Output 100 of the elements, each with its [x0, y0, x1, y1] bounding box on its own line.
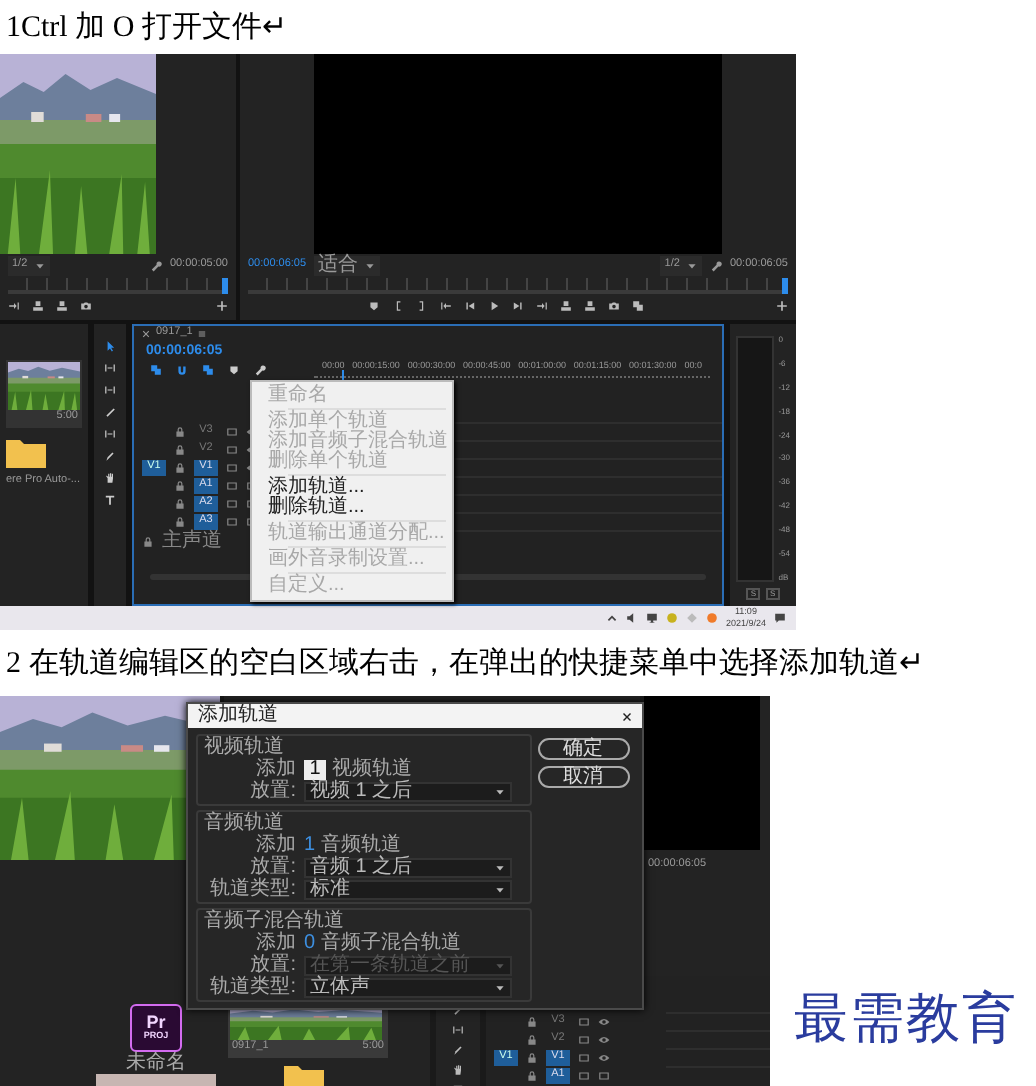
insert-icon[interactable]	[32, 300, 44, 312]
razor-icon[interactable]	[104, 406, 116, 418]
select-dropdown[interactable]: 音频 1 之后	[304, 857, 512, 877]
select-dropdown[interactable]: 标准	[304, 879, 512, 899]
track-type-label: 音频轨道	[321, 835, 402, 855]
plus-icon[interactable]	[216, 300, 228, 312]
lock-icon[interactable]	[526, 1015, 538, 1027]
go-to-out-icon[interactable]	[536, 300, 548, 312]
select-dropdown[interactable]: 立体声	[304, 977, 512, 997]
compare-icon[interactable]	[632, 300, 644, 312]
section-heading: 音频子混合轨道	[204, 910, 344, 932]
lift-icon[interactable]	[560, 300, 572, 312]
monitor-icon[interactable]	[645, 612, 658, 624]
marker-icon[interactable]	[228, 363, 240, 375]
field-label: 轨道类型:	[208, 977, 298, 997]
nest-icon[interactable]	[150, 363, 162, 375]
lock-icon[interactable]	[174, 443, 186, 455]
lock-icon[interactable]	[174, 497, 186, 509]
film-icon[interactable]	[578, 1015, 590, 1027]
lock-icon[interactable]	[174, 425, 186, 437]
plus-icon[interactable]	[776, 300, 788, 312]
field-label: 添加	[254, 933, 298, 953]
toggle-icon[interactable]	[226, 497, 238, 509]
pen-icon[interactable]	[452, 1044, 464, 1056]
step-forward-icon[interactable]	[512, 300, 524, 312]
field-label: 添加	[254, 835, 298, 855]
menu-item[interactable]: 添加轨道...	[252, 478, 452, 498]
dialog-button[interactable]: 确定	[537, 738, 629, 760]
film-icon[interactable]	[226, 425, 238, 437]
field-label: 放置:	[248, 857, 298, 877]
folder-icon[interactable]	[284, 1061, 324, 1086]
play-icon[interactable]	[488, 300, 500, 312]
select-dropdown[interactable]: 视频 1 之后	[304, 781, 512, 801]
caret-icon	[33, 260, 46, 272]
lock-icon[interactable]	[526, 1033, 538, 1045]
lock-icon[interactable]	[174, 515, 186, 527]
magnet-icon[interactable]	[176, 363, 188, 375]
film-icon[interactable]	[578, 1051, 590, 1063]
pen-icon[interactable]	[104, 450, 116, 462]
film-icon[interactable]	[226, 443, 238, 455]
field-label: 添加	[254, 759, 298, 779]
select-tool-icon[interactable]	[104, 340, 116, 352]
settings-icon[interactable]	[709, 260, 722, 272]
overwrite-icon[interactable]	[56, 300, 68, 312]
lock-icon[interactable]	[174, 461, 186, 473]
toggle-icon[interactable]	[226, 479, 238, 491]
step-back-icon[interactable]	[464, 300, 476, 312]
link-icon[interactable]	[202, 363, 214, 375]
lock-icon[interactable]	[526, 1051, 538, 1063]
film-icon[interactable]	[226, 461, 238, 473]
track-type-label: 视频轨道	[332, 759, 412, 779]
folder-icon[interactable]	[6, 435, 46, 467]
brand-logo: 最需教育	[794, 988, 1018, 1048]
film-icon[interactable]	[578, 1033, 590, 1045]
chevron-icon[interactable]	[605, 612, 618, 624]
caret-icon	[364, 260, 377, 272]
toggle-icon[interactable]	[578, 1069, 590, 1081]
type-tool-icon[interactable]	[104, 494, 116, 506]
lock-icon[interactable]	[142, 536, 154, 548]
count-field[interactable]: 1	[304, 759, 326, 779]
lock-icon[interactable]	[174, 479, 186, 491]
settings-icon[interactable]	[149, 260, 162, 272]
notification-icon[interactable]	[774, 612, 786, 624]
width-icon[interactable]	[452, 1024, 464, 1036]
eye-icon[interactable]	[598, 1033, 610, 1045]
go-to-in-icon[interactable]	[440, 300, 452, 312]
track-type-label: 音频子混合轨道	[321, 933, 462, 953]
mark-out-icon[interactable]	[416, 300, 428, 312]
skip-forward-icon[interactable]	[8, 300, 20, 312]
project-name: 未命名	[126, 1052, 186, 1074]
step-caption: 2 在轨道编辑区的空白区域右击，在弹出的快捷菜单中选择添加轨道↵	[6, 645, 925, 682]
count-value[interactable]: 0	[304, 933, 316, 953]
extract-icon[interactable]	[584, 300, 596, 312]
hand-icon[interactable]	[104, 472, 116, 484]
mark-in-icon[interactable]	[392, 300, 404, 312]
dialog-title: 添加轨道	[198, 706, 278, 726]
camera-icon[interactable]	[608, 300, 620, 312]
close-icon[interactable]	[622, 711, 632, 721]
dialog-button[interactable]: 取消	[537, 766, 629, 788]
toggle-icon[interactable]	[226, 515, 238, 527]
ripple-icon[interactable]	[104, 384, 116, 396]
fit-dropdown[interactable]: 适合	[314, 256, 381, 276]
lock-icon[interactable]	[526, 1069, 538, 1081]
settings-icon[interactable]	[254, 363, 266, 375]
section-heading: 音频轨道	[204, 812, 284, 834]
eye-icon[interactable]	[598, 1051, 610, 1063]
menu-item[interactable]: 删除轨道...	[252, 498, 452, 518]
speaker-icon[interactable]	[625, 612, 638, 624]
count-value[interactable]: 1	[304, 835, 316, 855]
app-initials: Pr	[146, 1014, 166, 1033]
step-caption: 1Ctrl 加 O 打开文件↵	[6, 9, 288, 46]
field-label: 放置:	[248, 955, 298, 975]
hand-icon[interactable]	[452, 1064, 464, 1076]
field-label: 轨道类型:	[208, 879, 298, 899]
track-select-icon[interactable]	[104, 362, 116, 374]
marker-icon[interactable]	[368, 300, 380, 312]
slip-icon[interactable]	[104, 428, 116, 440]
caret-icon	[685, 260, 698, 272]
camera-icon[interactable]	[80, 300, 92, 312]
eye-icon[interactable]	[598, 1015, 610, 1027]
